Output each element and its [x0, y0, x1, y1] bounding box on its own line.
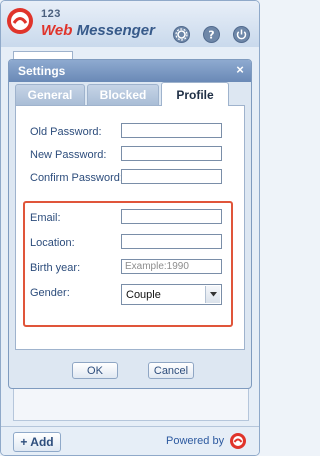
svg-text:?: ?: [208, 29, 214, 42]
confirm-password-label: Confirm Password:: [30, 172, 123, 184]
gender-selected-value: Couple: [126, 289, 161, 301]
gender-select[interactable]: Couple: [121, 284, 222, 305]
email-label: Email:: [30, 212, 61, 224]
gear-icon[interactable]: [173, 26, 190, 43]
chevron-down-icon[interactable]: [205, 286, 220, 303]
location-field[interactable]: [121, 234, 222, 249]
logo-name: Web Messenger: [41, 22, 155, 39]
profile-panel: Old Password: New Password: Confirm Pass…: [15, 105, 245, 350]
tab-profile[interactable]: Profile: [161, 82, 229, 106]
location-label: Location:: [30, 237, 75, 249]
old-password-label: Old Password:: [30, 126, 102, 138]
power-icon[interactable]: [233, 26, 250, 43]
title-bar: 123 Web Messenger ?: [1, 1, 259, 47]
logo-name-messenger: Messenger: [76, 22, 155, 39]
add-contact-button[interactable]: + Add: [13, 432, 61, 452]
tab-blocked[interactable]: Blocked: [87, 84, 159, 105]
dialog-title: Settings: [18, 64, 66, 78]
bottom-bar: + Add Powered by: [1, 426, 259, 455]
close-icon[interactable]: ×: [233, 63, 247, 77]
brand-logo-icon[interactable]: [229, 432, 247, 450]
help-icon[interactable]: ?: [203, 26, 220, 43]
birth-year-label: Birth year:: [30, 262, 81, 274]
confirm-password-field[interactable]: [121, 169, 222, 184]
logo-number: 123: [41, 8, 61, 20]
new-password-label: New Password:: [30, 149, 107, 161]
birth-year-field[interactable]: [121, 259, 222, 274]
tab-general[interactable]: General: [15, 84, 85, 105]
ok-button[interactable]: OK: [72, 362, 118, 379]
logo-name-web: Web: [41, 22, 73, 39]
settings-dialog: Settings × General Blocked Profile Old P…: [8, 59, 252, 389]
email-field[interactable]: [121, 209, 222, 224]
logo-icon: [7, 8, 33, 34]
new-password-field[interactable]: [121, 146, 222, 161]
old-password-field[interactable]: [121, 123, 222, 138]
powered-by-text: Powered by: [166, 435, 225, 447]
cancel-button[interactable]: Cancel: [148, 362, 194, 379]
dialog-title-bar: Settings ×: [9, 60, 251, 82]
gender-label: Gender:: [30, 287, 70, 299]
